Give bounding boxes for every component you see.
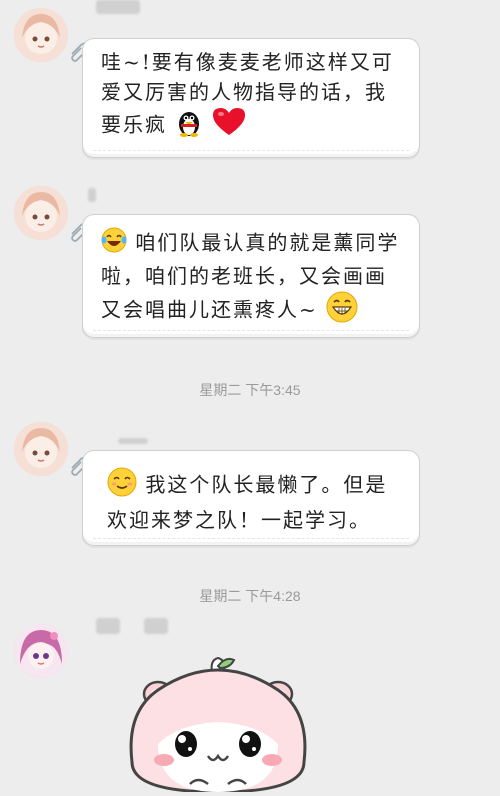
avatar[interactable] [14,422,68,476]
timestamp: 星期二 下午3:45 [199,382,301,398]
avatar[interactable] [14,186,68,240]
smiling-face-icon [107,467,137,505]
hamster-sticker-icon[interactable] [118,652,318,794]
red-heart-icon [212,107,246,145]
sender-name-blurred [88,188,96,202]
penguin-icon [175,107,203,145]
avatar[interactable] [14,624,68,678]
grinning-face-icon [326,291,358,331]
sender-name-blurred [144,618,168,634]
sender-name-blurred [96,0,140,14]
message-text: 哇~!要有像麦麦老师这样又可爱又厉害的人物指导的话，我要乐疯 [101,47,405,145]
sender-name-blurred [96,618,120,634]
avatar[interactable] [14,8,68,62]
timestamp: 星期二 下午4:28 [199,588,301,604]
message-text: 我这个队长最懒了。但是欢迎来梦之队！一起学习。 [107,467,405,535]
message-bubble[interactable]: 哇~!要有像麦麦老师这样又可爱又厉害的人物指导的话，我要乐疯 [82,38,420,158]
laughing-tears-icon [101,227,127,261]
message-bubble[interactable]: 我这个队长最懒了。但是欢迎来梦之队！一起学习。 [82,450,420,546]
message-text: 咱们队最认真的就是薰同学啦，咱们的老班长，又会画画又会唱曲儿还熏疼人~ [101,227,405,331]
message-bubble[interactable]: 咱们队最认真的就是薰同学啦，咱们的老班长，又会画画又会唱曲儿还熏疼人~ [82,214,420,338]
sender-name-blurred [118,438,148,444]
